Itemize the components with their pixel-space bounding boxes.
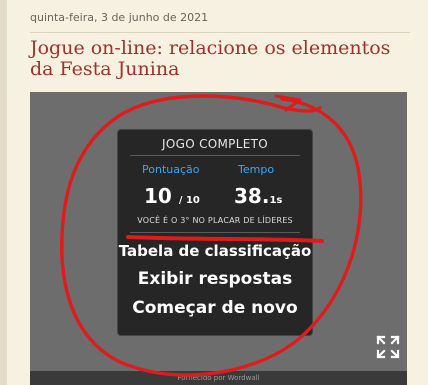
annotation-underline bbox=[126, 235, 324, 243]
annotation-circle bbox=[60, 94, 363, 377]
red-hand-drawn-annotation bbox=[60, 94, 363, 377]
